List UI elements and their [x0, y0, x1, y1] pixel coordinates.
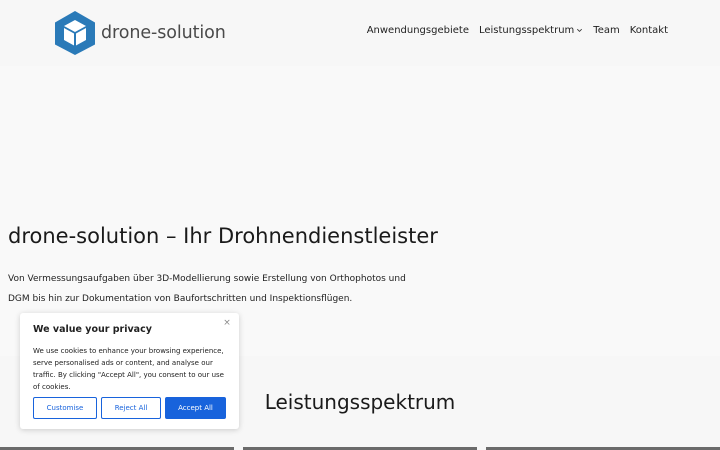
chevron-down-icon	[577, 28, 583, 32]
cookie-consent-banner: × We value your privacy We use cookies t…	[20, 313, 239, 429]
cube-logo-icon	[55, 11, 95, 55]
page: drone-solution Anwendungsgebiete Leistun…	[0, 0, 720, 450]
nav-item-team[interactable]: Team	[593, 25, 619, 36]
nav-item-label: Leistungsspektrum	[478, 25, 575, 36]
nav-item-anwendungsgebiete[interactable]: Anwendungsgebiete	[367, 25, 469, 36]
site-header: drone-solution Anwendungsgebiete Leistun…	[0, 0, 720, 66]
nav-item-kontakt[interactable]: Kontakt	[630, 25, 668, 36]
reject-all-button[interactable]: Reject All	[101, 397, 161, 419]
logo-text: drone-solution	[101, 23, 226, 43]
accept-all-button[interactable]: Accept All	[165, 397, 226, 419]
hero-title: drone-solution – Ihr Drohnendienstleiste…	[8, 224, 438, 248]
site-logo[interactable]: drone-solution	[54, 9, 226, 57]
main-nav: Anwendungsgebiete Leistungsspektrum Team…	[367, 25, 668, 36]
nav-item-leistungsspektrum[interactable]: Leistungsspektrum	[479, 25, 583, 36]
hero-text: Von Vermessungsaufgaben über 3D-Modellie…	[8, 274, 406, 304]
close-icon[interactable]: ×	[222, 318, 232, 328]
customise-button[interactable]: Customise	[33, 397, 97, 419]
cookie-buttons: Customise Reject All Accept All	[33, 397, 226, 419]
cookie-title: We value your privacy	[33, 324, 152, 335]
cookie-text: We use cookies to enhance your browsing …	[33, 347, 224, 391]
